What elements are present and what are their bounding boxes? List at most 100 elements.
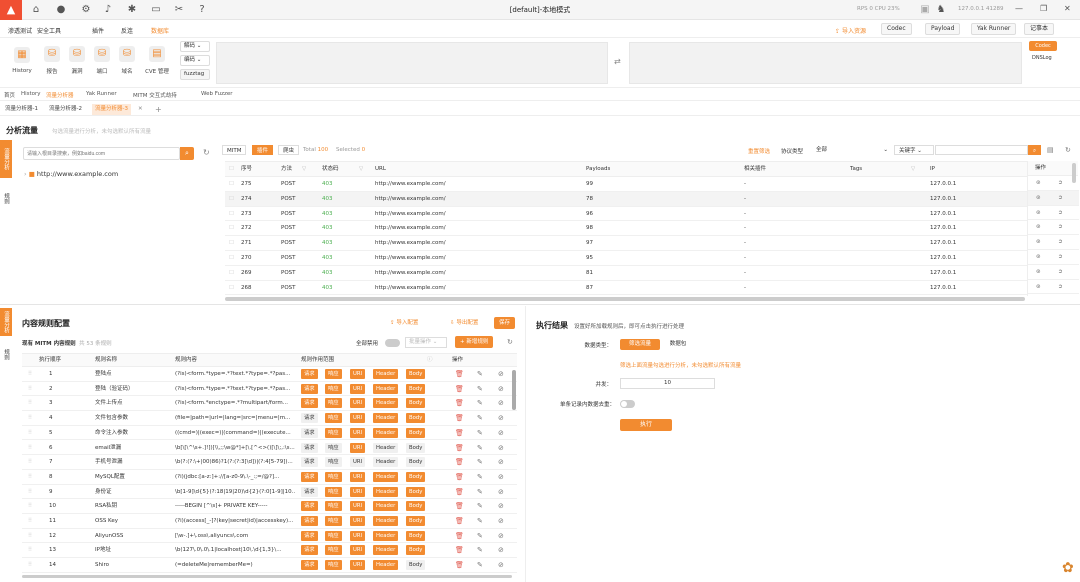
row-checkbox[interactable]: ☐ <box>229 236 234 251</box>
scope-tag[interactable]: URI <box>350 560 366 571</box>
drag-handle-icon[interactable]: ⠿ <box>28 529 32 544</box>
scope-tag[interactable]: Header <box>373 560 399 571</box>
data-type-packet[interactable]: 数据包 <box>663 339 693 350</box>
drag-handle-icon[interactable]: ⠿ <box>28 485 32 500</box>
disable-icon[interactable]: ⊘ <box>498 396 504 411</box>
rules-refresh-icon[interactable]: ↻ <box>507 338 513 346</box>
disable-icon[interactable]: ⊘ <box>498 382 504 397</box>
subtab-analyzer-3[interactable]: 流量分析器-3 <box>92 104 131 115</box>
keyword-select[interactable]: 关键字 ⌄ <box>894 145 934 155</box>
scope-tag[interactable]: Body <box>406 457 426 468</box>
scope-tag[interactable]: Body <box>406 530 426 541</box>
edit-icon[interactable]: ✎ <box>477 558 483 573</box>
scope-tag[interactable]: Body <box>406 471 426 482</box>
vuln-tool[interactable]: ⛁ 漏洞 <box>65 46 89 75</box>
edit-icon[interactable]: ✎ <box>477 367 483 382</box>
edit-icon[interactable]: ✎ <box>477 485 483 500</box>
port-tool[interactable]: ⛁ 端口 <box>90 46 114 75</box>
open-icon[interactable]: ➲ <box>1058 220 1063 235</box>
rule-row[interactable]: ⠿ 9 身份证 \b[1-9]\d{5}(?:18|19|20)\d{2}(?:0[1… <box>22 485 517 500</box>
edit-icon[interactable]: ✎ <box>477 529 483 544</box>
flow-row[interactable]: ☐ 274 POST 403 http://www.example.com/78 - 127… <box>225 191 1070 207</box>
codec-button[interactable]: Codec <box>881 23 912 35</box>
scope-tag[interactable]: 请求 <box>301 427 318 438</box>
tab-history[interactable]: History <box>21 91 41 97</box>
edit-icon[interactable]: ✎ <box>477 441 483 456</box>
scope-tag[interactable]: 请求 <box>301 413 318 424</box>
scope-tag[interactable]: 响应 <box>325 486 342 497</box>
scope-tag[interactable]: Header <box>373 442 399 453</box>
disable-icon[interactable]: ⊘ <box>498 426 504 441</box>
scope-tag[interactable]: 请求 <box>301 369 318 379</box>
open-icon[interactable]: ➲ <box>1058 235 1063 250</box>
protocol-select[interactable]: 全部 ⌄ <box>812 145 892 155</box>
disable-icon[interactable]: ⊘ <box>498 455 504 470</box>
tab-mitm[interactable]: MITM 交互式劫持 <box>133 91 177 99</box>
subtab-analyzer-1[interactable]: 流量分析器-1 <box>2 104 41 115</box>
delete-icon[interactable]: 🗑 <box>455 529 464 544</box>
flow-vertical-scrollbar[interactable] <box>1072 163 1076 183</box>
refresh-icon[interactable]: ↻ <box>203 148 210 157</box>
menu-plugins[interactable]: 插件 <box>92 26 104 35</box>
rule-row[interactable]: ⠿ 1 登陆点 (?is)<form.*type=.*?text.*?type=.*?… <box>22 367 517 382</box>
scope-tag[interactable]: 响应 <box>325 427 342 438</box>
open-icon[interactable]: ➲ <box>1058 280 1063 295</box>
scope-tag[interactable]: 请求 <box>301 530 318 541</box>
scope-tag[interactable]: 响应 <box>325 501 342 512</box>
edit-icon[interactable]: ✎ <box>477 426 483 441</box>
scope-tag[interactable]: 请求 <box>301 383 318 394</box>
scope-tag[interactable]: Body <box>406 560 426 571</box>
yak-runner-button[interactable]: Yak Runner <box>971 23 1017 35</box>
delete-icon[interactable]: 🗑 <box>455 441 464 456</box>
notification-bell-icon[interactable]: ♪ <box>101 3 115 17</box>
filter-icon[interactable]: ▽ <box>302 162 306 177</box>
domain-search-input[interactable] <box>23 147 180 160</box>
scope-tag[interactable]: URI <box>350 398 366 409</box>
scope-tag[interactable]: Header <box>373 545 399 556</box>
scope-tag[interactable]: 响应 <box>325 369 342 379</box>
fuzztag-button[interactable]: fuzztag <box>180 69 210 80</box>
screen-icon[interactable]: ▣ <box>918 3 932 17</box>
rule-row[interactable]: ⠿ 13 IP地址 \b(127\.0\.0\.1|localhost|10\.\d{… <box>22 543 517 559</box>
delete-icon[interactable]: 🗑 <box>455 543 464 558</box>
encode-select[interactable]: 编码 ⌄ <box>180 55 210 66</box>
domain-tool[interactable]: ⛁ 域名 <box>115 46 139 75</box>
rules-horizontal-scrollbar[interactable] <box>22 575 512 578</box>
drag-handle-icon[interactable]: ⠿ <box>28 411 32 426</box>
codec-run-button[interactable]: Codec <box>1029 41 1057 51</box>
disable-icon[interactable]: ⊘ <box>498 529 504 544</box>
drag-handle-icon[interactable]: ⠿ <box>28 382 32 397</box>
scope-tag[interactable]: 请求 <box>301 486 318 497</box>
scope-tag[interactable]: 响应 <box>325 413 342 424</box>
scope-tag[interactable]: 请求 <box>301 471 318 482</box>
bug-icon[interactable]: ✱ <box>125 3 139 17</box>
rule-row[interactable]: ⠿ 2 登陆（验证码） (?is)<form.*type=.*?text.*?type… <box>22 382 517 397</box>
rule-row[interactable]: ⠿ 3 文件上传点 (?is)<form.*enctype=.*?multipart/… <box>22 396 517 412</box>
close-button[interactable]: ✕ <box>1064 4 1071 13</box>
scope-tag[interactable]: Header <box>373 516 399 526</box>
delete-icon[interactable]: 🗑 <box>455 499 464 514</box>
import-resource-button[interactable]: ⇪ 导入资源 <box>835 26 866 35</box>
tree-node[interactable]: › ■ http://www.example.com <box>24 170 118 178</box>
disable-icon[interactable]: ⊘ <box>498 485 504 500</box>
drag-handle-icon[interactable]: ⠿ <box>28 514 32 529</box>
view-icon[interactable]: ⊛ <box>1036 176 1041 191</box>
drag-handle-icon[interactable]: ⠿ <box>28 499 32 514</box>
menu-database[interactable]: 数据库 <box>151 26 169 35</box>
edit-icon[interactable]: ✎ <box>477 470 483 485</box>
search-icon[interactable]: ⌕ <box>180 147 194 160</box>
scope-tag[interactable]: URI <box>350 457 366 468</box>
view-icon[interactable]: ⊛ <box>1036 191 1041 206</box>
vtab-traffic-analysis-2[interactable]: 流量分析 <box>0 308 12 336</box>
rule-row[interactable]: ⠿ 4 文件包含参数 (file=|path=|url=|lang=|src=|men… <box>22 411 517 426</box>
scope-tag[interactable]: Header <box>373 398 399 409</box>
flow-horizontal-scrollbar[interactable] <box>225 297 1025 301</box>
delete-icon[interactable]: 🗑 <box>455 426 464 441</box>
filter-icon[interactable]: ▽ <box>359 162 363 177</box>
tab-web-fuzzer[interactable]: Web Fuzzer <box>201 91 233 97</box>
scope-tag[interactable]: URI <box>350 501 366 512</box>
scope-tag[interactable]: URI <box>350 486 366 497</box>
terminal-icon[interactable]: ▭ <box>149 3 163 17</box>
scope-tag[interactable]: Body <box>406 369 426 379</box>
edit-icon[interactable]: ✎ <box>477 455 483 470</box>
